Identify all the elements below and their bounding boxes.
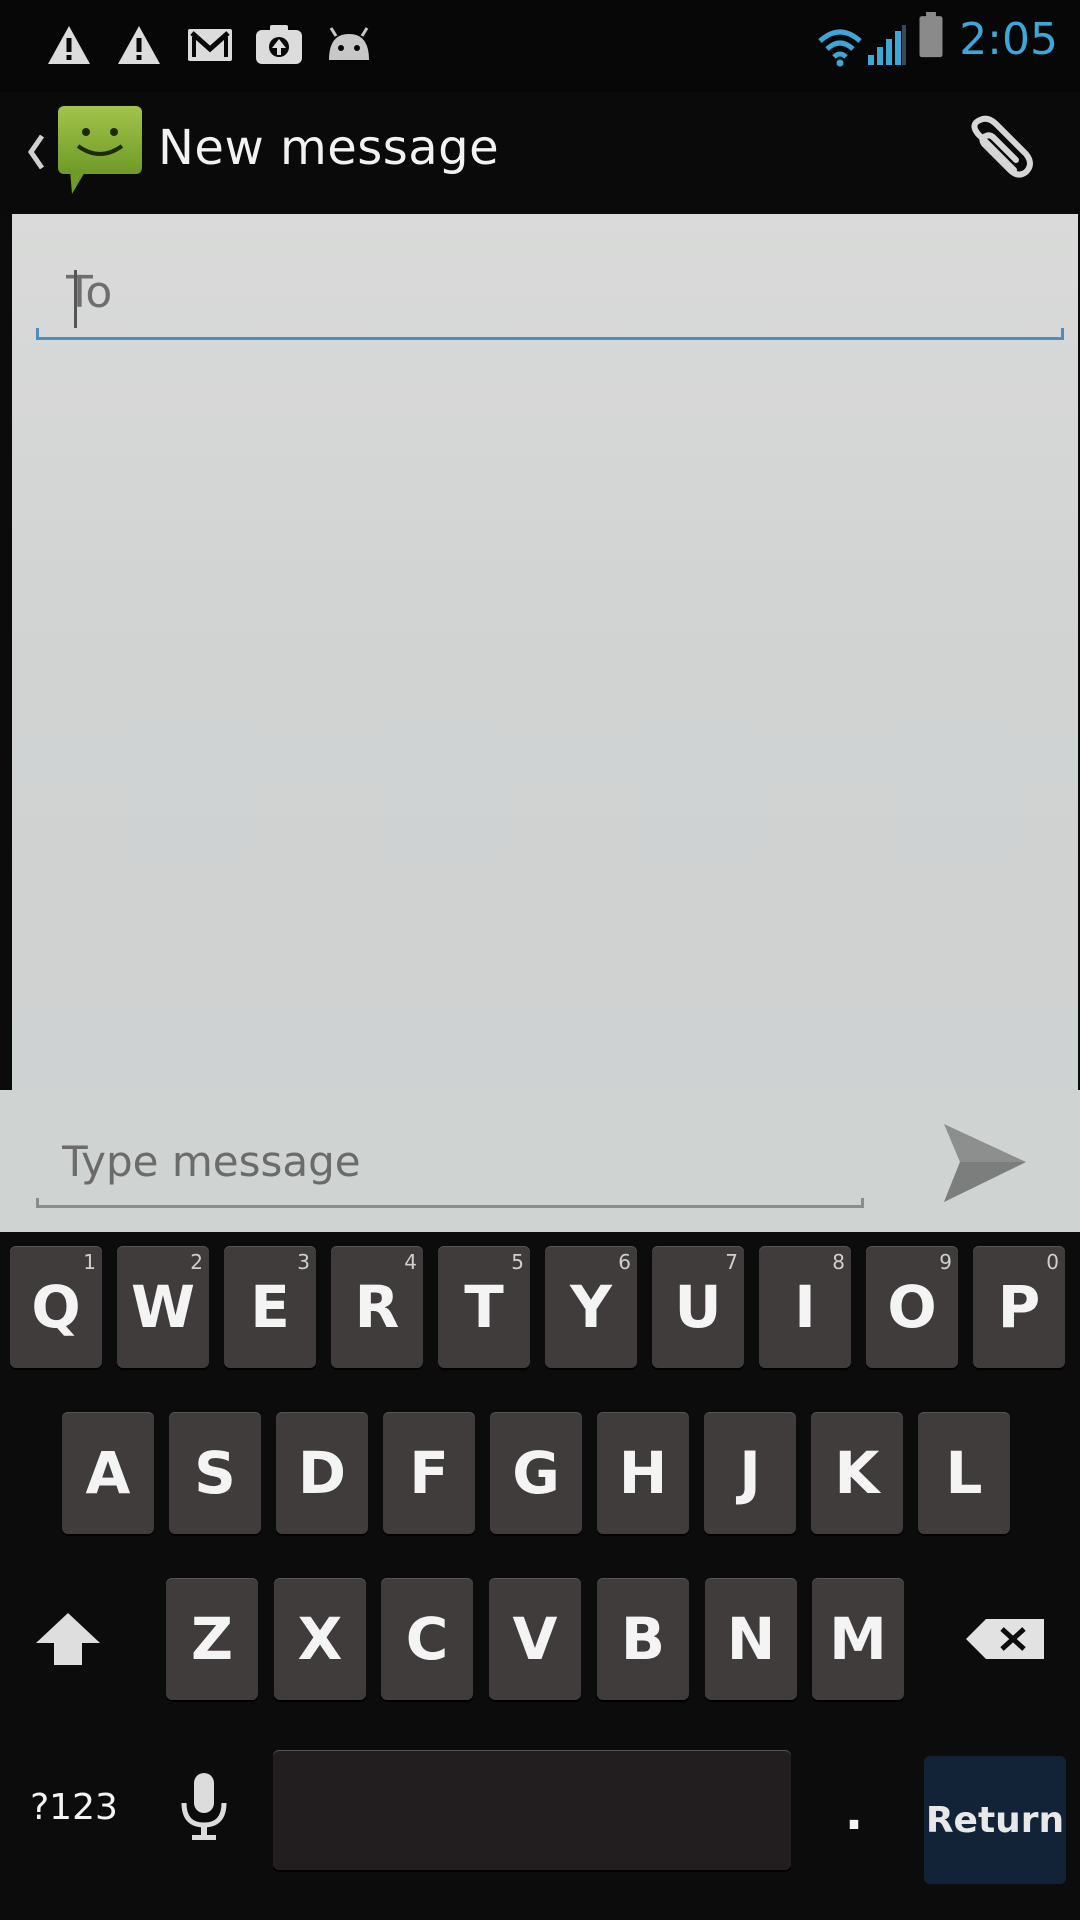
chevron-left-icon[interactable] — [26, 132, 46, 172]
key-a[interactable]: A — [62, 1412, 154, 1534]
to-underline — [36, 328, 1064, 340]
to-input[interactable] — [36, 248, 1064, 336]
gmail-icon — [188, 29, 232, 61]
key-d[interactable]: D — [276, 1412, 368, 1534]
messaging-icon[interactable] — [56, 104, 144, 196]
soft-keyboard: Q1 W2 E3 R4 T5 Y6 U7 I8 O9 P0 A S D F G … — [0, 1232, 1080, 1920]
key-t[interactable]: T5 — [438, 1246, 530, 1368]
signal-icon — [868, 25, 906, 65]
symbols-key[interactable]: ?123 — [14, 1746, 134, 1868]
key-v[interactable]: V — [489, 1578, 581, 1700]
android-icon — [329, 27, 369, 60]
key-y[interactable]: Y6 — [545, 1246, 637, 1368]
key-k[interactable]: K — [811, 1412, 903, 1534]
key-j[interactable]: J — [704, 1412, 796, 1534]
action-bar: New message — [0, 92, 1080, 214]
camera-icon — [256, 25, 302, 64]
return-key[interactable]: Return — [924, 1756, 1066, 1884]
key-x[interactable]: X — [274, 1578, 366, 1700]
warning-icon — [48, 26, 90, 64]
message-underline — [36, 1198, 864, 1208]
recipient-field — [36, 248, 1064, 340]
key-g[interactable]: G — [490, 1412, 582, 1534]
key-w[interactable]: W2 — [117, 1246, 209, 1368]
key-m[interactable]: M — [812, 1578, 904, 1700]
shift-key[interactable] — [22, 1578, 114, 1700]
compose-area — [12, 214, 1078, 1090]
key-l[interactable]: L — [918, 1412, 1010, 1534]
key-u[interactable]: U7 — [652, 1246, 744, 1368]
key-i[interactable]: I8 — [759, 1246, 851, 1368]
key-z[interactable]: Z — [166, 1578, 258, 1700]
status-bar: 2:05 — [0, 0, 1080, 92]
key-f[interactable]: F — [383, 1412, 475, 1534]
key-s[interactable]: S — [169, 1412, 261, 1534]
key-p[interactable]: P0 — [973, 1246, 1065, 1368]
battery-icon — [919, 12, 943, 58]
key-q[interactable]: Q1 — [10, 1246, 102, 1368]
key-h[interactable]: H — [597, 1412, 689, 1534]
key-n[interactable]: N — [705, 1578, 797, 1700]
paperclip-icon[interactable] — [956, 112, 1036, 192]
key-c[interactable]: C — [381, 1578, 473, 1700]
period-key[interactable]: . — [808, 1752, 900, 1874]
send-icon[interactable] — [942, 1122, 1028, 1204]
key-o[interactable]: O9 — [866, 1246, 958, 1368]
backspace-icon — [966, 1619, 1044, 1659]
page-title: New message — [158, 120, 500, 176]
message-bar — [0, 1090, 1080, 1232]
clock: 2:05 — [959, 14, 1058, 65]
message-field — [36, 1118, 864, 1208]
shift-icon — [36, 1613, 100, 1665]
backspace-key[interactable] — [950, 1578, 1060, 1700]
key-e[interactable]: E3 — [224, 1246, 316, 1368]
text-cursor — [74, 270, 77, 328]
wifi-icon — [818, 29, 862, 67]
key-b[interactable]: B — [597, 1578, 689, 1700]
warning-icon — [118, 26, 160, 64]
key-r[interactable]: R4 — [331, 1246, 423, 1368]
message-input[interactable] — [36, 1118, 864, 1204]
microphone-icon — [181, 1773, 227, 1840]
voice-input-key[interactable] — [158, 1746, 250, 1868]
space-key[interactable] — [273, 1750, 791, 1870]
